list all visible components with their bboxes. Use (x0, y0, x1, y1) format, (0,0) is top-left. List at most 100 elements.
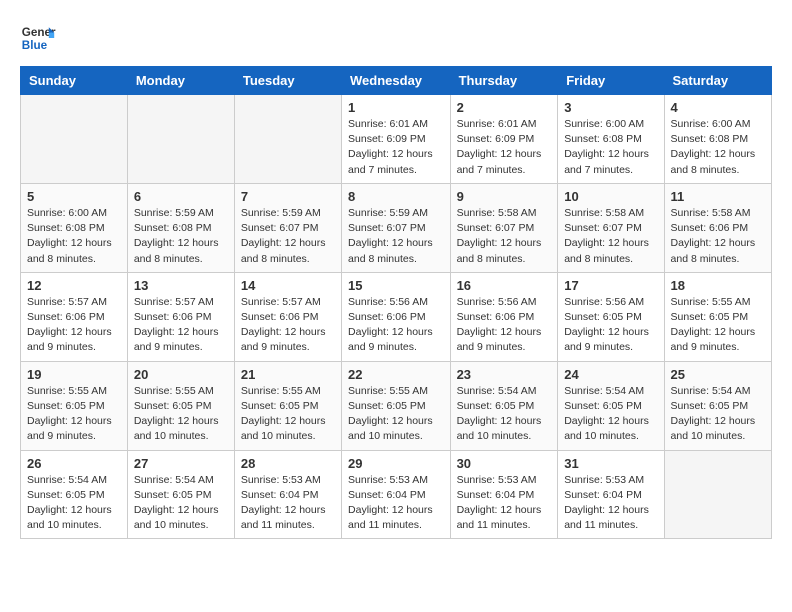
day-number: 14 (241, 278, 335, 293)
day-info: Sunrise: 5:59 AM Sunset: 6:07 PM Dayligh… (348, 206, 444, 267)
day-number: 28 (241, 456, 335, 471)
calendar-cell: 26 Sunrise: 5:54 AM Sunset: 6:05 PM Dayli… (21, 450, 128, 539)
calendar-cell: 11 Sunrise: 5:58 AM Sunset: 6:06 PM Dayli… (664, 183, 771, 272)
weekday-header-monday: Monday (127, 67, 234, 95)
day-number: 15 (348, 278, 444, 293)
svg-text:Blue: Blue (22, 39, 48, 52)
day-info: Sunrise: 5:54 AM Sunset: 6:05 PM Dayligh… (671, 384, 765, 445)
day-info: Sunrise: 5:53 AM Sunset: 6:04 PM Dayligh… (348, 473, 444, 534)
day-number: 20 (134, 367, 228, 382)
calendar-cell: 21 Sunrise: 5:55 AM Sunset: 6:05 PM Dayli… (234, 361, 341, 450)
day-number: 27 (134, 456, 228, 471)
day-number: 9 (457, 189, 552, 204)
day-info: Sunrise: 5:55 AM Sunset: 6:05 PM Dayligh… (671, 295, 765, 356)
calendar-cell: 7 Sunrise: 5:59 AM Sunset: 6:07 PM Daylig… (234, 183, 341, 272)
day-number: 16 (457, 278, 552, 293)
logo-icon: General Blue (20, 20, 56, 56)
calendar-cell (21, 95, 128, 184)
calendar-cell (664, 450, 771, 539)
week-row-4: 19 Sunrise: 5:55 AM Sunset: 6:05 PM Dayli… (21, 361, 772, 450)
calendar-cell: 8Sunrise: 5:59 AM Sunset: 6:07 PM Daylig… (342, 183, 451, 272)
day-number: 5 (27, 189, 121, 204)
calendar-cell: 20Sunrise: 5:55 AM Sunset: 6:05 PM Dayli… (127, 361, 234, 450)
day-info: Sunrise: 5:54 AM Sunset: 6:05 PM Dayligh… (457, 384, 552, 445)
day-info: Sunrise: 6:00 AM Sunset: 6:08 PM Dayligh… (564, 117, 657, 178)
calendar-cell: 19Sunrise: 5:55 AM Sunset: 6:05 PM Dayli… (21, 361, 128, 450)
day-number: 10 (564, 189, 657, 204)
calendar-cell (234, 95, 341, 184)
day-number: 4 (671, 100, 765, 115)
calendar-cell: 14 Sunrise: 5:57 AM Sunset: 6:06 PM Dayli… (234, 272, 341, 361)
day-number: 29 (348, 456, 444, 471)
day-number: 18 (671, 278, 765, 293)
day-number: 11 (671, 189, 765, 204)
day-info: Sunrise: 5:58 AM Sunset: 6:07 PM Dayligh… (564, 206, 657, 267)
calendar-cell: 9 Sunrise: 5:58 AM Sunset: 6:07 PM Daylig… (450, 183, 558, 272)
weekday-header-wednesday: Wednesday (342, 67, 451, 95)
day-info: Sunrise: 5:56 AM Sunset: 6:06 PM Dayligh… (457, 295, 552, 356)
day-info: Sunrise: 5:57 AM Sunset: 6:06 PM Dayligh… (27, 295, 121, 356)
day-info: Sunrise: 5:55 AM Sunset: 6:05 PM Dayligh… (348, 384, 444, 445)
day-number: 12 (27, 278, 121, 293)
day-info: Sunrise: 5:59 AM Sunset: 6:07 PM Dayligh… (241, 206, 335, 267)
calendar-cell: 25 Sunrise: 5:54 AM Sunset: 6:05 PM Dayli… (664, 361, 771, 450)
day-info: Sunrise: 5:55 AM Sunset: 6:05 PM Dayligh… (241, 384, 335, 445)
calendar-table: SundayMondayTuesdayWednesdayThursdayFrid… (20, 66, 772, 539)
calendar-cell: 31 Sunrise: 5:53 AM Sunset: 6:04 PM Dayli… (558, 450, 664, 539)
day-info: Sunrise: 6:01 AM Sunset: 6:09 PM Dayligh… (348, 117, 444, 178)
calendar-cell: 5Sunrise: 6:00 AM Sunset: 6:08 PM Daylig… (21, 183, 128, 272)
calendar-cell: 10 Sunrise: 5:58 AM Sunset: 6:07 PM Dayli… (558, 183, 664, 272)
week-row-2: 5Sunrise: 6:00 AM Sunset: 6:08 PM Daylig… (21, 183, 772, 272)
day-number: 21 (241, 367, 335, 382)
day-number: 26 (27, 456, 121, 471)
calendar-cell: 22 Sunrise: 5:55 AM Sunset: 6:05 PM Dayli… (342, 361, 451, 450)
day-info: Sunrise: 6:01 AM Sunset: 6:09 PM Dayligh… (457, 117, 552, 178)
day-number: 19 (27, 367, 121, 382)
day-info: Sunrise: 5:54 AM Sunset: 6:05 PM Dayligh… (27, 473, 121, 534)
day-number: 25 (671, 367, 765, 382)
day-number: 31 (564, 456, 657, 471)
day-number: 30 (457, 456, 552, 471)
day-info: Sunrise: 6:00 AM Sunset: 6:08 PM Dayligh… (671, 117, 765, 178)
day-number: 24 (564, 367, 657, 382)
calendar-cell: 1 Sunrise: 6:01 AM Sunset: 6:09 PM Daylig… (342, 95, 451, 184)
weekday-header-sunday: Sunday (21, 67, 128, 95)
day-info: Sunrise: 5:58 AM Sunset: 6:06 PM Dayligh… (671, 206, 765, 267)
calendar-cell: 23 Sunrise: 5:54 AM Sunset: 6:05 PM Dayli… (450, 361, 558, 450)
day-info: Sunrise: 5:53 AM Sunset: 6:04 PM Dayligh… (564, 473, 657, 534)
day-info: Sunrise: 5:56 AM Sunset: 6:05 PM Dayligh… (564, 295, 657, 356)
calendar-cell: 18 Sunrise: 5:55 AM Sunset: 6:05 PM Dayli… (664, 272, 771, 361)
weekday-header-friday: Friday (558, 67, 664, 95)
day-info: Sunrise: 5:53 AM Sunset: 6:04 PM Dayligh… (457, 473, 552, 534)
calendar-cell: 4 Sunrise: 6:00 AM Sunset: 6:08 PM Daylig… (664, 95, 771, 184)
day-number: 7 (241, 189, 335, 204)
logo: General Blue (20, 20, 56, 56)
calendar-cell: 2 Sunrise: 6:01 AM Sunset: 6:09 PM Daylig… (450, 95, 558, 184)
day-number: 2 (457, 100, 552, 115)
day-info: Sunrise: 5:58 AM Sunset: 6:07 PM Dayligh… (457, 206, 552, 267)
calendar-cell: 6 Sunrise: 5:59 AM Sunset: 6:08 PM Daylig… (127, 183, 234, 272)
weekday-header-thursday: Thursday (450, 67, 558, 95)
calendar-cell: 13Sunrise: 5:57 AM Sunset: 6:06 PM Dayli… (127, 272, 234, 361)
day-info: Sunrise: 5:54 AM Sunset: 6:05 PM Dayligh… (564, 384, 657, 445)
day-number: 6 (134, 189, 228, 204)
weekday-header-saturday: Saturday (664, 67, 771, 95)
page-header: General Blue (20, 20, 772, 56)
day-info: Sunrise: 5:56 AM Sunset: 6:06 PM Dayligh… (348, 295, 444, 356)
day-info: Sunrise: 5:57 AM Sunset: 6:06 PM Dayligh… (134, 295, 228, 356)
weekday-header-tuesday: Tuesday (234, 67, 341, 95)
day-info: Sunrise: 5:57 AM Sunset: 6:06 PM Dayligh… (241, 295, 335, 356)
calendar-cell: 15 Sunrise: 5:56 AM Sunset: 6:06 PM Dayli… (342, 272, 451, 361)
day-info: Sunrise: 5:59 AM Sunset: 6:08 PM Dayligh… (134, 206, 228, 267)
calendar-cell: 3 Sunrise: 6:00 AM Sunset: 6:08 PM Daylig… (558, 95, 664, 184)
day-number: 22 (348, 367, 444, 382)
day-number: 23 (457, 367, 552, 382)
week-row-3: 12 Sunrise: 5:57 AM Sunset: 6:06 PM Dayli… (21, 272, 772, 361)
day-number: 3 (564, 100, 657, 115)
calendar-cell: 16 Sunrise: 5:56 AM Sunset: 6:06 PM Dayli… (450, 272, 558, 361)
day-number: 1 (348, 100, 444, 115)
day-number: 17 (564, 278, 657, 293)
calendar-cell: 28 Sunrise: 5:53 AM Sunset: 6:04 PM Dayli… (234, 450, 341, 539)
calendar-cell: 17 Sunrise: 5:56 AM Sunset: 6:05 PM Dayli… (558, 272, 664, 361)
day-info: Sunrise: 5:53 AM Sunset: 6:04 PM Dayligh… (241, 473, 335, 534)
